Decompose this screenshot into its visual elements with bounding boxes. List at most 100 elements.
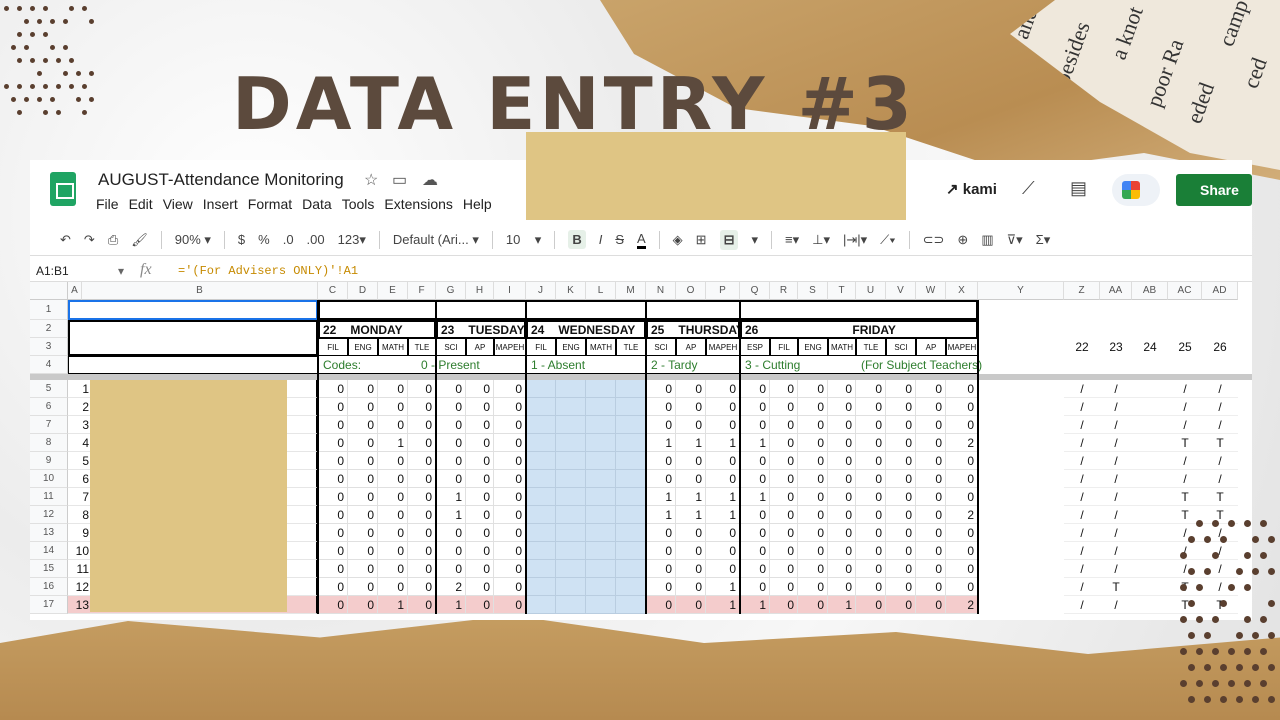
- strikethrough-button[interactable]: S: [615, 232, 624, 247]
- wednesday-cell[interactable]: [586, 506, 616, 524]
- attendance-cell[interactable]: 0: [740, 542, 770, 560]
- attendance-cell[interactable]: 0: [318, 596, 348, 614]
- attendance-cell[interactable]: 0: [348, 452, 378, 470]
- attendance-cell[interactable]: 0: [946, 380, 978, 398]
- august-day[interactable]: 22: [1064, 338, 1100, 356]
- summary-mark[interactable]: /: [1100, 452, 1132, 470]
- row-header[interactable]: 4: [30, 356, 68, 374]
- attendance-cell[interactable]: 0: [646, 416, 676, 434]
- attendance-cell[interactable]: 1: [378, 596, 408, 614]
- row-header[interactable]: 15: [30, 560, 68, 578]
- summary-mark[interactable]: /: [1100, 380, 1132, 398]
- wednesday-cell[interactable]: [556, 416, 586, 434]
- attendance-cell[interactable]: 0: [770, 542, 798, 560]
- attendance-cell[interactable]: 0: [348, 596, 378, 614]
- attendance-cell[interactable]: 0: [856, 596, 886, 614]
- insert-comment-icon[interactable]: ⊕: [957, 232, 968, 248]
- attendance-cell[interactable]: 0: [798, 470, 828, 488]
- attendance-cell[interactable]: 0: [466, 452, 494, 470]
- attendance-cell[interactable]: 0: [886, 452, 916, 470]
- attendance-cell[interactable]: 0: [770, 488, 798, 506]
- attendance-cell[interactable]: 0: [856, 398, 886, 416]
- attendance-cell[interactable]: 0: [856, 506, 886, 524]
- wednesday-cell[interactable]: [616, 488, 646, 506]
- attendance-cell[interactable]: 0: [886, 524, 916, 542]
- wednesday-cell[interactable]: [556, 596, 586, 614]
- wednesday-cell[interactable]: [556, 398, 586, 416]
- attendance-cell[interactable]: 0: [706, 524, 740, 542]
- summary-mark[interactable]: [1132, 506, 1168, 524]
- subject-header[interactable]: AP: [466, 338, 494, 356]
- attendance-cell[interactable]: 0: [408, 560, 436, 578]
- star-icon[interactable]: ☆: [364, 170, 378, 190]
- attendance-cell[interactable]: 0: [466, 434, 494, 452]
- attendance-cell[interactable]: 0: [378, 488, 408, 506]
- summary-mark[interactable]: /: [1064, 542, 1100, 560]
- row-header[interactable]: 1: [30, 300, 68, 320]
- menu-format[interactable]: Format: [248, 196, 292, 212]
- attendance-cell[interactable]: 1: [646, 434, 676, 452]
- menu-insert[interactable]: Insert: [203, 196, 238, 212]
- attendance-cell[interactable]: 0: [798, 542, 828, 560]
- attendance-cell[interactable]: 0: [828, 416, 856, 434]
- wednesday-cell[interactable]: [556, 560, 586, 578]
- attendance-cell[interactable]: 0: [436, 560, 466, 578]
- summary-mark[interactable]: T: [1168, 434, 1202, 452]
- attendance-cell[interactable]: 0: [466, 578, 494, 596]
- row-header[interactable]: 14: [30, 542, 68, 560]
- attendance-cell[interactable]: 0: [676, 470, 706, 488]
- wednesday-cell[interactable]: [616, 416, 646, 434]
- attendance-cell[interactable]: 0: [436, 416, 466, 434]
- activity-trend-icon[interactable]: ⟋: [1022, 178, 1035, 199]
- column-header[interactable]: AA: [1100, 282, 1132, 300]
- attendance-cell[interactable]: 0: [798, 434, 828, 452]
- attendance-cell[interactable]: 0: [348, 398, 378, 416]
- summary-mark[interactable]: /: [1064, 524, 1100, 542]
- column-header[interactable]: R: [770, 282, 798, 300]
- attendance-cell[interactable]: 0: [740, 560, 770, 578]
- summary-mark[interactable]: /: [1202, 452, 1238, 470]
- kami-extension-button[interactable]: ↗ kami: [946, 180, 997, 198]
- attendance-cell[interactable]: 0: [466, 416, 494, 434]
- column-header[interactable]: F: [408, 282, 436, 300]
- summary-mark[interactable]: /: [1100, 470, 1132, 488]
- comments-icon[interactable]: ▤: [1070, 178, 1087, 199]
- attendance-cell[interactable]: 1: [740, 434, 770, 452]
- wednesday-cell[interactable]: [526, 506, 556, 524]
- summary-mark[interactable]: /: [1202, 470, 1238, 488]
- attendance-cell[interactable]: 0: [494, 434, 526, 452]
- attendance-cell[interactable]: 0: [916, 506, 946, 524]
- summary-mark[interactable]: /: [1100, 524, 1132, 542]
- fill-color-icon[interactable]: ◈: [673, 232, 683, 248]
- attendance-cell[interactable]: 1: [646, 506, 676, 524]
- student-number[interactable]: 11: [68, 560, 92, 578]
- wednesday-cell[interactable]: [586, 542, 616, 560]
- attendance-cell[interactable]: 0: [676, 596, 706, 614]
- subject-header[interactable]: MAPEH: [946, 338, 978, 356]
- attendance-cell[interactable]: 0: [946, 560, 978, 578]
- attendance-cell[interactable]: 0: [798, 578, 828, 596]
- attendance-cell[interactable]: 0: [318, 542, 348, 560]
- summary-mark[interactable]: /: [1202, 416, 1238, 434]
- student-number[interactable]: 12: [68, 578, 92, 596]
- attendance-cell[interactable]: 0: [706, 560, 740, 578]
- subject-header[interactable]: FIL: [770, 338, 798, 356]
- column-header[interactable]: AB: [1132, 282, 1168, 300]
- attendance-cell[interactable]: 0: [856, 524, 886, 542]
- font-size-select[interactable]: 10 ▾: [506, 232, 541, 248]
- subject-header[interactable]: TLE: [408, 338, 436, 356]
- summary-mark[interactable]: T: [1100, 578, 1132, 596]
- wednesday-cell[interactable]: [616, 578, 646, 596]
- increase-decimal-button[interactable]: .00: [307, 232, 325, 247]
- row-header[interactable]: 5: [30, 380, 68, 398]
- summary-mark[interactable]: /: [1168, 560, 1202, 578]
- attendance-cell[interactable]: 0: [378, 506, 408, 524]
- attendance-cell[interactable]: 0: [646, 470, 676, 488]
- wednesday-cell[interactable]: [586, 434, 616, 452]
- merge-cells-icon[interactable]: ⊟: [720, 230, 739, 250]
- attendance-cell[interactable]: 0: [740, 524, 770, 542]
- attendance-cell[interactable]: 0: [856, 560, 886, 578]
- attendance-cell[interactable]: 0: [348, 434, 378, 452]
- attendance-cell[interactable]: 0: [318, 452, 348, 470]
- attendance-cell[interactable]: 0: [378, 524, 408, 542]
